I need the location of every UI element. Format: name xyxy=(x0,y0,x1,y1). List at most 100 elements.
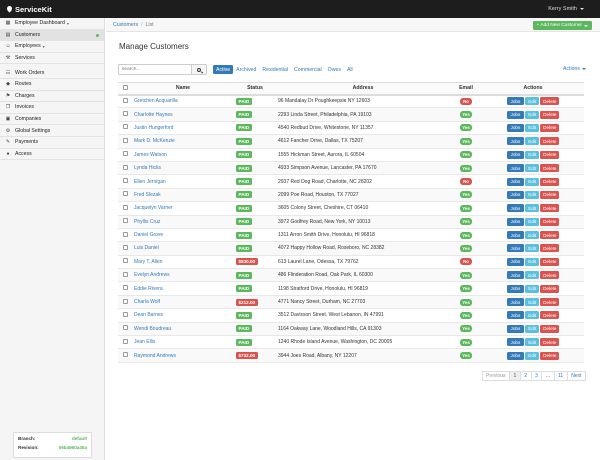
delete-button[interactable]: Delete xyxy=(540,311,560,320)
row-checkbox[interactable] xyxy=(122,137,128,143)
jobs-button[interactable]: Jobs xyxy=(506,351,525,360)
jobs-button[interactable]: Jobs xyxy=(506,97,525,106)
delete-button[interactable]: Delete xyxy=(540,231,560,240)
edit-button[interactable]: Edit xyxy=(525,137,540,146)
delete-button[interactable]: Delete xyxy=(540,217,560,226)
customer-name-link[interactable]: Daniel Grove xyxy=(132,228,234,243)
name-column-header[interactable]: Name xyxy=(132,82,234,96)
jobs-button[interactable]: Jobs xyxy=(506,338,525,347)
row-checkbox[interactable] xyxy=(122,178,128,184)
brand[interactable]: ServiceKit xyxy=(0,5,52,14)
row-checkbox[interactable] xyxy=(122,271,128,277)
sidebar-item-access[interactable]: ● Access xyxy=(0,149,104,161)
edit-button[interactable]: Edit xyxy=(525,284,540,293)
customer-name-link[interactable]: Charla Wolf xyxy=(132,295,234,310)
customer-name-link[interactable]: Eddie Rivera xyxy=(132,281,234,296)
sidebar-item-work-orders[interactable]: ☷ Work Orders xyxy=(0,67,104,79)
edit-button[interactable]: Edit xyxy=(525,164,540,173)
sidebar-item-global-settings[interactable]: ⚙ Global Settings xyxy=(0,125,104,137)
row-checkbox[interactable] xyxy=(122,311,128,317)
row-checkbox[interactable] xyxy=(122,258,128,264)
delete-button[interactable]: Delete xyxy=(540,298,560,307)
filter-commercial[interactable]: Commercial xyxy=(291,65,325,74)
customer-name-link[interactable]: Jacquelyn Varner xyxy=(132,201,234,216)
row-checkbox[interactable] xyxy=(122,151,128,157)
edit-button[interactable]: Edit xyxy=(525,110,540,119)
delete-button[interactable]: Delete xyxy=(540,97,560,106)
row-checkbox[interactable] xyxy=(122,325,128,331)
edit-button[interactable]: Edit xyxy=(525,204,540,213)
jobs-button[interactable]: Jobs xyxy=(506,311,525,320)
filter-archived[interactable]: Archived xyxy=(233,65,259,74)
sidebar-item-customers[interactable]: ▤ Customers xyxy=(0,29,104,42)
row-checkbox[interactable] xyxy=(122,97,128,103)
sidebar-item-companies[interactable]: ▣ Companies xyxy=(0,114,104,126)
jobs-button[interactable]: Jobs xyxy=(506,204,525,213)
sidebar-item-services[interactable]: ⚒ Services xyxy=(0,53,104,65)
jobs-button[interactable]: Jobs xyxy=(506,177,525,186)
delete-button[interactable]: Delete xyxy=(540,204,560,213)
customer-name-link[interactable]: Evelyn Andrews xyxy=(132,268,234,283)
customer-name-link[interactable]: Gretchen Acquarilla xyxy=(132,94,234,109)
delete-button[interactable]: Delete xyxy=(540,110,560,119)
actions-dropdown[interactable]: Actions xyxy=(563,66,586,72)
edit-button[interactable]: Edit xyxy=(525,338,540,347)
sidebar-item-employee-dashboard[interactable]: ▦ Employee Dashboard ▾ xyxy=(0,18,104,30)
row-checkbox[interactable] xyxy=(122,111,128,117)
customer-name-link[interactable]: Charlotte Haynes xyxy=(132,107,234,122)
row-checkbox[interactable] xyxy=(122,218,128,224)
jobs-button[interactable]: Jobs xyxy=(506,284,525,293)
edit-button[interactable]: Edit xyxy=(525,244,540,253)
jobs-button[interactable]: Jobs xyxy=(506,150,525,159)
row-checkbox[interactable] xyxy=(122,338,128,344)
customer-name-link[interactable]: Justin Hungerford xyxy=(132,121,234,136)
customer-name-link[interactable]: James Watson xyxy=(132,148,234,162)
customer-name-link[interactable]: Raymond Andrews xyxy=(132,348,234,363)
jobs-button[interactable]: Jobs xyxy=(506,137,525,146)
status-column-header[interactable]: Status xyxy=(234,82,276,96)
next-page-button[interactable]: Next xyxy=(566,371,586,381)
customer-name-link[interactable]: Mary T. Allen xyxy=(132,255,234,270)
delete-button[interactable]: Delete xyxy=(540,164,560,173)
row-checkbox[interactable] xyxy=(122,298,128,304)
filter-residential[interactable]: Residential xyxy=(259,65,291,74)
address-column-header[interactable]: Address xyxy=(276,82,450,96)
search-button[interactable] xyxy=(192,64,207,75)
delete-button[interactable]: Delete xyxy=(540,137,560,146)
filter-all[interactable]: All xyxy=(344,65,356,74)
delete-button[interactable]: Delete xyxy=(540,190,560,199)
filter-active[interactable]: Active xyxy=(213,65,234,74)
row-checkbox[interactable] xyxy=(122,204,128,210)
jobs-button[interactable]: Jobs xyxy=(506,110,525,119)
previous-page-button[interactable]: Previous xyxy=(481,371,510,381)
customer-name-link[interactable]: Ellen Jernigan xyxy=(132,174,234,189)
row-checkbox[interactable] xyxy=(122,164,128,170)
delete-button[interactable]: Delete xyxy=(540,244,560,253)
delete-button[interactable]: Delete xyxy=(540,324,560,333)
row-checkbox[interactable] xyxy=(122,244,128,250)
edit-button[interactable]: Edit xyxy=(525,298,540,307)
row-checkbox[interactable] xyxy=(122,231,128,237)
edit-button[interactable]: Edit xyxy=(525,177,540,186)
edit-button[interactable]: Edit xyxy=(525,123,540,132)
add-new-customer-button[interactable]: + Add New Customer xyxy=(532,21,592,30)
edit-button[interactable]: Edit xyxy=(525,271,540,280)
customer-name-link[interactable]: Phyllis Cruz xyxy=(132,215,234,229)
customer-name-link[interactable]: Wendi Boudreau xyxy=(132,322,234,337)
sidebar-item-routes[interactable]: ◆ Routes xyxy=(0,79,104,91)
delete-button[interactable]: Delete xyxy=(540,284,560,293)
delete-button[interactable]: Delete xyxy=(540,177,560,186)
jobs-button[interactable]: Jobs xyxy=(506,123,525,132)
customer-name-link[interactable]: Jean Ellis xyxy=(132,335,234,350)
delete-button[interactable]: Delete xyxy=(540,123,560,132)
edit-button[interactable]: Edit xyxy=(525,150,540,159)
edit-button[interactable]: Edit xyxy=(525,351,540,360)
select-all-checkbox[interactable] xyxy=(122,84,128,90)
jobs-button[interactable]: Jobs xyxy=(506,190,525,199)
customer-name-link[interactable]: Lynda Hicks xyxy=(132,161,234,176)
jobs-button[interactable]: Jobs xyxy=(506,271,525,280)
delete-button[interactable]: Delete xyxy=(540,257,560,266)
jobs-button[interactable]: Jobs xyxy=(506,244,525,253)
row-checkbox[interactable] xyxy=(122,285,128,291)
sidebar-item-invoices[interactable]: ❐ Invoices xyxy=(0,102,104,114)
